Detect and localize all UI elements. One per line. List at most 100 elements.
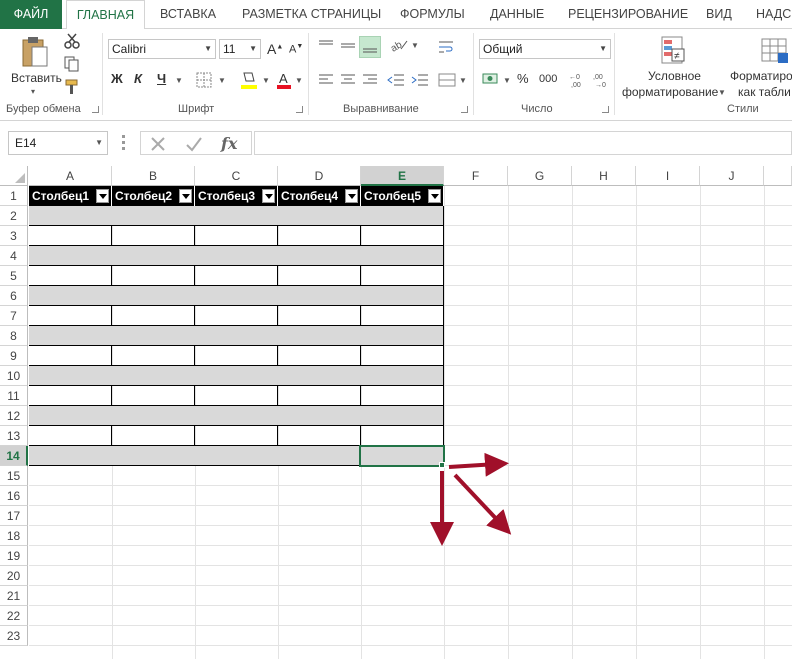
formula-bar-dots-icon: [122, 135, 125, 151]
name-box[interactable]: E14 ▼: [8, 131, 108, 155]
format-as-table-line2: как табли: [738, 85, 791, 99]
conditional-formatting-line2: форматирование: [622, 85, 719, 99]
number-launcher-icon[interactable]: [602, 106, 609, 113]
font-name-value: Calibri: [112, 42, 147, 56]
currency-format-icon[interactable]: [482, 71, 500, 87]
tab-page-layout[interactable]: РАЗМЕТКА СТРАНИЦЫ: [242, 0, 381, 29]
svg-text:ab: ab: [389, 39, 404, 53]
font-group-label: Шрифт: [178, 103, 215, 115]
group-separator: [614, 33, 615, 115]
group-separator: [308, 33, 309, 115]
annotation-arrows: [430, 452, 512, 546]
chevron-down-icon: ▼: [249, 44, 257, 53]
wrap-text-icon[interactable]: [438, 39, 454, 55]
tab-review[interactable]: РЕЦЕНЗИРОВАНИЕ: [568, 0, 688, 29]
format-as-table-button[interactable]: Форматиро как табли: [728, 33, 792, 101]
tab-addins[interactable]: НАДС: [756, 0, 791, 29]
styles-group-label: Стили: [727, 103, 759, 115]
formula-buttons: fx: [140, 131, 252, 155]
cut-icon[interactable]: [64, 33, 80, 49]
merge-center-icon[interactable]: [438, 72, 456, 88]
alignment-launcher-icon[interactable]: [461, 106, 468, 113]
paste-label: Вставить: [11, 71, 62, 85]
tab-file[interactable]: ФАЙЛ: [0, 0, 62, 29]
tab-view[interactable]: ВИД: [706, 0, 732, 29]
font-color-icon[interactable]: A: [276, 70, 292, 90]
tab-insert[interactable]: ВСТАВКА: [160, 0, 216, 29]
group-separator: [102, 33, 103, 115]
insert-function-button[interactable]: fx: [221, 134, 237, 153]
increase-decimal-icon[interactable]: ←0,00: [568, 71, 586, 89]
conditional-formatting-button[interactable]: ≠ Условное форматирование ▼: [618, 33, 728, 101]
tab-home[interactable]: ГЛАВНАЯ: [66, 0, 145, 30]
chevron-down-icon[interactable]: ▼: [459, 76, 467, 85]
chevron-down-icon: ▼: [718, 88, 726, 97]
paste-icon: [22, 37, 48, 67]
underline-button[interactable]: Ч: [157, 71, 166, 86]
italic-button[interactable]: К: [134, 71, 142, 86]
number-group-label: Число: [521, 103, 553, 115]
grow-font-icon[interactable]: A▲: [267, 41, 283, 57]
font-name-combo[interactable]: Calibri ▼: [108, 39, 216, 59]
align-left-icon[interactable]: [318, 73, 334, 87]
align-center-icon[interactable]: [340, 73, 356, 87]
bold-button[interactable]: Ж: [111, 71, 123, 86]
svg-text:→0: →0: [595, 82, 606, 89]
enter-check-icon[interactable]: [185, 135, 203, 153]
ribbon: Вставить ▾ Буфер обмена Calibri ▼ 11 ▼ A…: [0, 29, 792, 121]
svg-text:←0: ←0: [569, 74, 580, 81]
conditional-formatting-icon: ≠: [661, 36, 685, 64]
increase-indent-icon[interactable]: [411, 73, 429, 87]
svg-text:,00: ,00: [593, 74, 603, 81]
align-bottom-icon: [363, 48, 377, 53]
format-painter-icon[interactable]: [64, 79, 80, 95]
svg-text:,00: ,00: [571, 82, 581, 89]
percent-button[interactable]: %: [517, 71, 529, 86]
formula-input[interactable]: [254, 131, 792, 155]
align-top-icon[interactable]: [318, 39, 334, 51]
svg-text:≠: ≠: [674, 51, 680, 62]
font-launcher-icon[interactable]: [296, 106, 303, 113]
copy-icon[interactable]: [64, 56, 84, 72]
chevron-down-icon[interactable]: ▼: [262, 76, 270, 85]
chevron-down-icon[interactable]: ▼: [411, 41, 419, 50]
chevron-down-icon: ▼: [95, 138, 103, 147]
cancel-icon[interactable]: [149, 135, 167, 153]
shrink-font-icon[interactable]: A▼: [289, 43, 303, 56]
thousands-separator-button[interactable]: 000: [539, 73, 557, 85]
chevron-down-icon: ▼: [599, 44, 607, 53]
chevron-down-icon[interactable]: ▼: [218, 76, 226, 85]
tab-data[interactable]: ДАННЫЕ: [490, 0, 544, 29]
align-right-icon[interactable]: [362, 73, 378, 87]
format-as-table-line1: Форматиро: [730, 69, 792, 83]
chevron-down-icon: ▼: [204, 44, 212, 53]
clipboard-group-label: Буфер обмена: [6, 103, 81, 115]
chevron-down-icon[interactable]: ▼: [503, 76, 511, 85]
number-format-combo[interactable]: Общий ▼: [479, 39, 611, 59]
font-size-combo[interactable]: 11 ▼: [219, 39, 261, 59]
svg-text:A: A: [279, 71, 288, 86]
align-bottom-button[interactable]: [359, 36, 381, 58]
clipboard-launcher-icon[interactable]: [92, 106, 99, 113]
fill-color-icon[interactable]: [240, 70, 258, 90]
conditional-formatting-line1: Условное: [648, 69, 701, 83]
orientation-icon[interactable]: ab: [389, 37, 409, 53]
paste-button[interactable]: Вставить ▾: [6, 33, 62, 96]
decrease-decimal-icon[interactable]: ,00→0: [592, 71, 610, 89]
chevron-down-icon[interactable]: ▼: [175, 76, 183, 85]
group-separator: [473, 33, 474, 115]
paste-dropdown-arrow: ▾: [31, 87, 36, 96]
align-middle-icon[interactable]: [340, 39, 356, 53]
ribbon-tab-bar: ФАЙЛ ГЛАВНАЯ ВСТАВКА РАЗМЕТКА СТРАНИЦЫ Ф…: [0, 0, 792, 30]
decrease-indent-icon[interactable]: [387, 73, 405, 87]
chevron-down-icon[interactable]: ▼: [295, 76, 303, 85]
format-as-table-icon: [761, 38, 788, 63]
alignment-group-label: Выравнивание: [343, 103, 419, 115]
tab-formulas[interactable]: ФОРМУЛЫ: [400, 0, 465, 29]
name-box-value: E14: [15, 136, 37, 150]
formula-bar: E14 ▼ fx: [0, 121, 792, 166]
worksheet-grid[interactable]: ABCDEFGHIJ 1 2 3 4 5 6 7 8 9 10 11 12 13 14 15 16 17 18 19…: [0, 166, 792, 659]
borders-icon[interactable]: [196, 72, 212, 88]
font-size-value: 11: [223, 42, 236, 56]
arrow-diagonal: [453, 473, 512, 535]
